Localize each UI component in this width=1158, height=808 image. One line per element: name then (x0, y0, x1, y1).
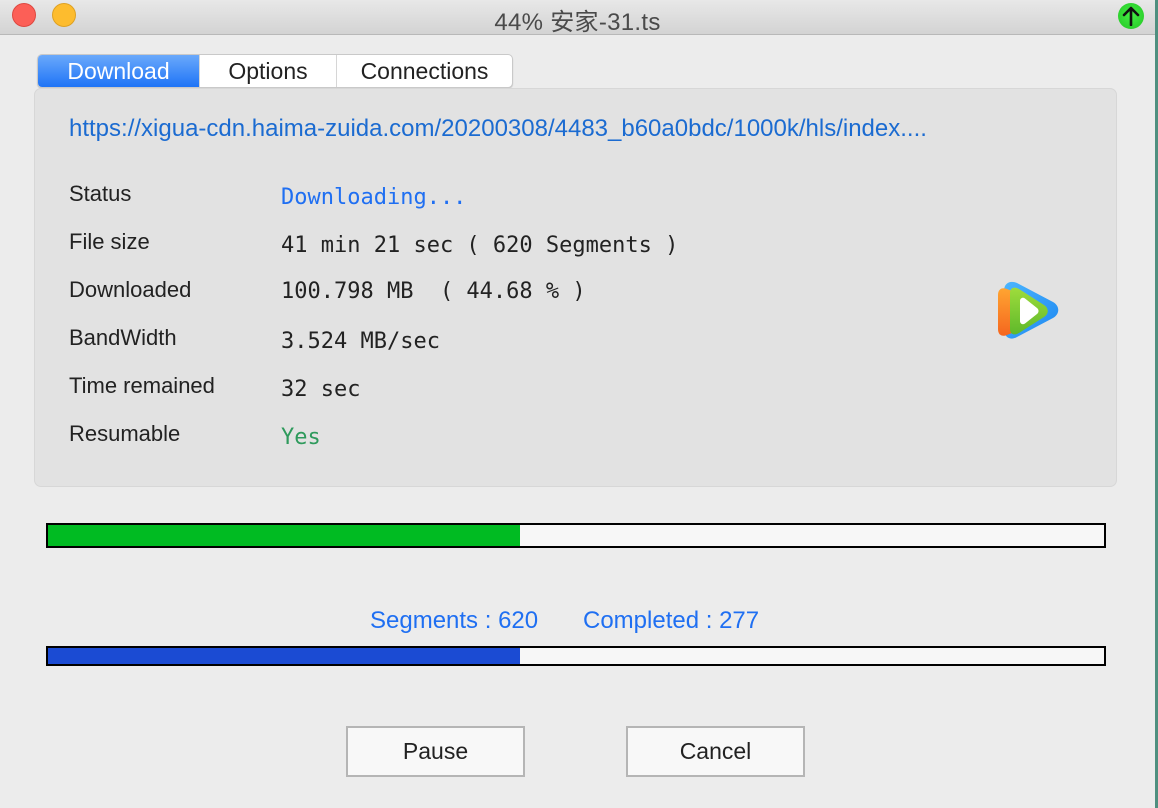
segments-progress-bar (46, 646, 1106, 666)
resumable-value: Yes (281, 425, 321, 450)
file-progress-fill (48, 525, 520, 546)
segments-progress-fill (48, 648, 520, 664)
downloaded-value: 100.798 MB ( 44.68 % ) (281, 279, 586, 304)
status-value: Downloading... (281, 185, 467, 210)
tab-options[interactable]: Options (199, 55, 336, 87)
bandwidth-label: BandWidth (69, 325, 177, 350)
download-details-panel: https://xigua-cdn.haima-zuida.com/202003… (34, 88, 1117, 487)
bandwidth-value: 3.524 MB/sec (281, 329, 440, 354)
cancel-button[interactable]: Cancel (626, 726, 805, 777)
tab-connections[interactable]: Connections (336, 55, 512, 87)
title-bar[interactable]: 44% 安家-31.ts (0, 0, 1155, 36)
pause-button[interactable]: Pause (346, 726, 525, 777)
status-label: Status (69, 181, 132, 206)
downloaded-label: Downloaded (69, 277, 192, 302)
file-progress-bar (46, 523, 1106, 548)
file-size-label: File size (69, 229, 150, 254)
tencent-video-logo-icon (990, 277, 1062, 345)
tab-bar: Download Options Connections (37, 54, 513, 88)
file-size-value: 41 min 21 sec ( 620 Segments ) (281, 233, 679, 258)
segments-count-label: Segments : 620 (370, 607, 539, 634)
time-remained-label: Time remained (69, 373, 215, 398)
resumable-label: Resumable (69, 421, 181, 446)
completed-count-label: Completed : 277 (583, 607, 760, 634)
download-url-link[interactable]: https://xigua-cdn.haima-zuida.com/202003… (69, 115, 927, 143)
tab-download[interactable]: Download (38, 55, 199, 87)
download-window: 44% 安家-31.ts Download Options Connection… (0, 0, 1155, 808)
window-title: 44% 安家-31.ts (494, 9, 661, 36)
green-up-arrow-icon (1118, 3, 1144, 29)
time-remained-value: 32 sec (281, 377, 361, 402)
